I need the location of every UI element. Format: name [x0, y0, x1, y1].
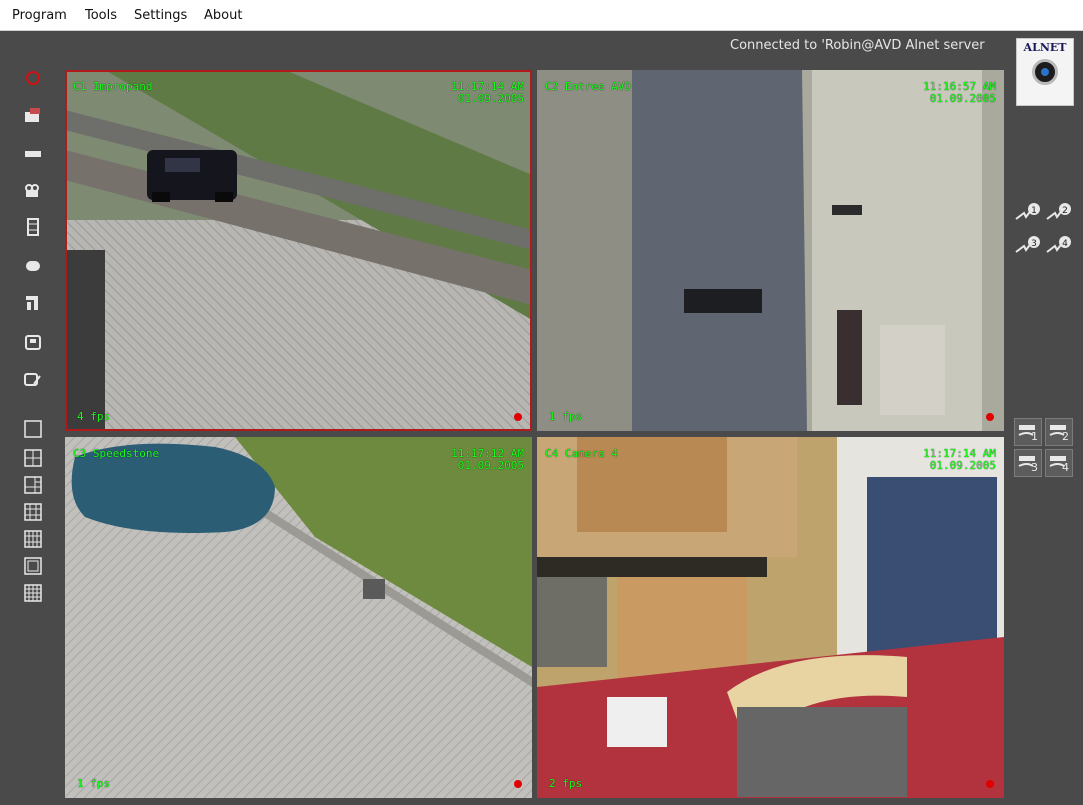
disk-icon[interactable]: [24, 256, 42, 274]
connection-status: Connected to 'Robin@AVD Alnet server: [730, 38, 985, 53]
camera-select-4-button[interactable]: 4: [1045, 232, 1073, 264]
camera-view-1-label: 1: [1031, 430, 1038, 443]
camera-name-4: C4 Camera 4: [545, 447, 618, 460]
camera-fps-1: 4 fps: [77, 410, 111, 423]
camera-view-1-button[interactable]: 1: [1014, 418, 1042, 446]
layout-12-icon[interactable]: [24, 530, 42, 548]
layout-16-icon[interactable]: [24, 584, 42, 602]
camera-date-1: 01.09.2005: [457, 92, 524, 105]
camera-image-3: [65, 437, 532, 798]
save-as-icon[interactable]: [24, 370, 42, 388]
camera-feed-1[interactable]: C1 Impropand 11:17:14 AM 01.09.2005 4 fp…: [65, 70, 532, 431]
menu-settings[interactable]: Settings: [134, 8, 187, 23]
camera-view-2-label: 2: [1062, 430, 1069, 443]
camera-name-1: C1 Impropand: [73, 80, 153, 93]
camera-date-2: 01.09.2005: [929, 92, 996, 105]
camera-feed-3[interactable]: C3 Speedstone 11:17:12 AM 01.09.2005 1 f…: [65, 437, 532, 798]
layout-1-icon[interactable]: [24, 420, 42, 438]
camera-tile-2[interactable]: C2 Entree AVD 11:16:57 AM 01.09.2005 1 f…: [537, 70, 1004, 431]
camera-select-1-button[interactable]: 1: [1014, 199, 1042, 231]
camera-select-2-label: 2: [1062, 206, 1068, 216]
camera-select-3-button[interactable]: 3: [1014, 232, 1042, 264]
record-indicator-3: [514, 780, 522, 788]
camera-select-1-label: 1: [1031, 206, 1037, 216]
camera-image-4: [537, 437, 1004, 798]
layout-4-icon[interactable]: [24, 449, 42, 467]
camera-feed-4[interactable]: C4 Camera 4 11:17:14 AM 01.09.2005 2 fps: [537, 437, 1004, 798]
camera-select-2-button[interactable]: 2: [1045, 199, 1073, 231]
record-icon[interactable]: [24, 69, 42, 87]
film-icon[interactable]: [24, 218, 42, 236]
layout-6-icon[interactable]: [24, 476, 42, 494]
camera-tile-3[interactable]: C3 Speedstone 11:17:12 AM 01.09.2005 1 f…: [65, 437, 532, 798]
record-indicator-2: [986, 413, 994, 421]
wrench-icon[interactable]: [24, 294, 42, 312]
camera-select-3-label: 3: [1031, 239, 1037, 249]
camera-fps-2: 1 fps: [549, 410, 583, 423]
camera-name-2: C2 Entree AVD: [545, 80, 632, 93]
layout-13-icon[interactable]: [24, 557, 42, 575]
camera-tile-4[interactable]: C4 Camera 4 11:17:14 AM 01.09.2005 2 fps: [537, 437, 1004, 798]
camera-name-3: C3 Speedstone: [73, 447, 160, 460]
camera-view-4-button[interactable]: 4: [1045, 449, 1073, 477]
save-icon[interactable]: [24, 333, 42, 351]
record-indicator-1: [514, 413, 522, 421]
video-camera-icon[interactable]: [24, 182, 42, 200]
menu-bar: Program Tools Settings About: [0, 0, 1083, 31]
logo-eye-icon: [1032, 59, 1058, 85]
camera-view-4-label: 4: [1062, 461, 1069, 474]
camera-feed-2[interactable]: C2 Entree AVD 11:16:57 AM 01.09.2005 1 f…: [537, 70, 1004, 431]
camera-date-4: 01.09.2005: [929, 459, 996, 472]
camera-date-3: 01.09.2005: [457, 459, 524, 472]
menu-about[interactable]: About: [204, 8, 242, 23]
camera-image-2: [537, 70, 1004, 431]
camera-image-1: [65, 70, 532, 431]
alnet-logo: ALNET: [1016, 38, 1074, 106]
menu-program[interactable]: Program: [12, 8, 67, 23]
camera-view-3-button[interactable]: 3: [1014, 449, 1042, 477]
layout-9-icon[interactable]: [24, 503, 42, 521]
camera-fps-3: 1 fps: [77, 777, 111, 790]
menu-tools[interactable]: Tools: [85, 8, 117, 23]
dvr-icon[interactable]: [24, 145, 42, 163]
camera-icon[interactable]: [24, 106, 42, 124]
camera-select-4-label: 4: [1062, 239, 1068, 249]
camera-view-2-button[interactable]: 2: [1045, 418, 1073, 446]
camera-view-3-label: 3: [1031, 461, 1038, 474]
camera-fps-4: 2 fps: [549, 777, 583, 790]
camera-tile-1[interactable]: C1 Impropand 11:17:14 AM 01.09.2005 4 fp…: [65, 70, 532, 431]
logo-text: ALNET: [1023, 41, 1067, 54]
record-indicator-4: [986, 780, 994, 788]
